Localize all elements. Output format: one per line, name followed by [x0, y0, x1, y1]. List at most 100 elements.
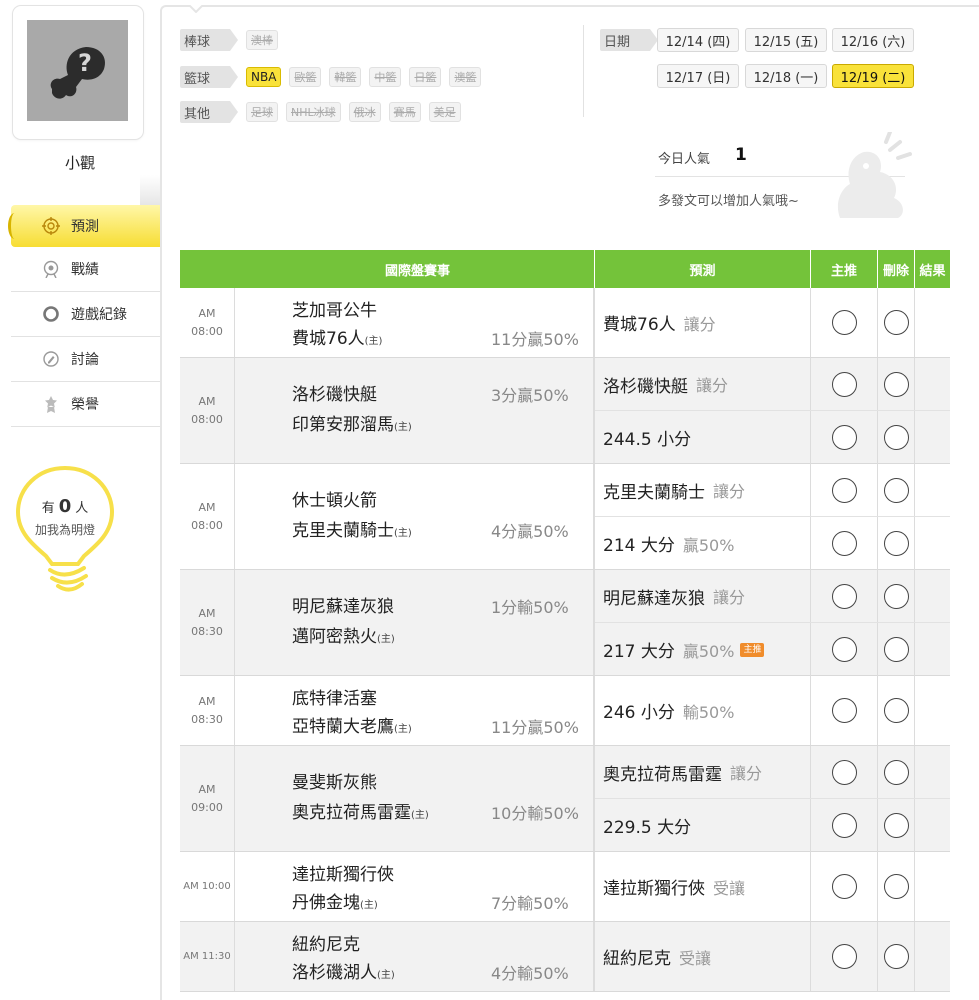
main-pick-radio[interactable] [831, 813, 857, 838]
main-pick-radio[interactable] [831, 531, 857, 556]
delete-radio[interactable] [883, 813, 909, 838]
main-pick-cell [811, 623, 878, 676]
main-pick-radio[interactable] [831, 310, 857, 335]
prediction-cell: 明尼蘇達灰狼 讓分 [595, 570, 811, 622]
home-team: 洛杉磯湖人(主) [292, 958, 395, 983]
nav-item-predict[interactable]: 預測 [8, 205, 172, 247]
league-tag[interactable]: 歐籃 [289, 67, 322, 87]
prediction-note: 贏50% [682, 641, 735, 661]
header-time [180, 250, 235, 288]
main-pick-cell [811, 570, 878, 622]
prediction-pick: 246 小分 [603, 703, 675, 723]
nav-item-game-log[interactable]: 遊戲紀錄 [11, 292, 160, 337]
main-pick-radio[interactable] [831, 637, 857, 662]
league-tag[interactable]: 韓籃 [329, 67, 362, 87]
prediction-row: 214 大分 贏50% [595, 517, 950, 570]
main-pick-radio[interactable] [831, 944, 857, 969]
header-result: 結果 [919, 263, 946, 279]
main-pick-radio[interactable] [831, 698, 857, 723]
delete-radio[interactable] [883, 531, 909, 556]
away-team: 底特律活塞 [292, 689, 377, 709]
league-tag[interactable]: 澳籃 [449, 67, 482, 87]
table-row: AM 08:30 明尼蘇達灰狼 邁阿密熱火(主) 1分輸50% 明尼蘇達灰狼 讓分 217 大… [180, 570, 950, 676]
delete-radio[interactable] [883, 477, 909, 503]
fan-count: 有0人 [10, 496, 120, 517]
game-time: AM 10:00 [180, 852, 235, 921]
main-pick-radio[interactable] [831, 425, 857, 450]
result-cell [915, 852, 950, 921]
game-time-part: 08:30 [191, 624, 223, 638]
delete-radio[interactable] [883, 944, 909, 969]
game-cell: 曼斐斯灰熊 奧克拉荷馬雷霆(主) 10分輸50% [235, 746, 595, 851]
unknown-user-icon: ? [50, 46, 105, 99]
prediction-pick: 紐約尼克 [603, 949, 671, 969]
home-team-name: 奧克拉荷馬雷霆 [292, 803, 411, 823]
avatar[interactable]: ? [27, 20, 128, 121]
popularity-label: 今日人氣 [658, 152, 711, 167]
league-tag[interactable]: NHL冰球 [286, 102, 341, 122]
result-cell [915, 799, 950, 852]
date-button-active[interactable]: 12/19 (二) [832, 64, 914, 88]
delete-radio[interactable] [883, 759, 909, 785]
date-button[interactable]: 12/14 (四) [657, 28, 739, 52]
game-cell: 休士頓火箭 克里夫蘭騎士(主) 4分贏50% [235, 464, 595, 569]
main-pick-cell [811, 676, 878, 745]
delete-radio[interactable] [883, 583, 909, 609]
prediction-cell: 217 大分 贏50% 主推 [595, 623, 811, 676]
main-pick-radio[interactable] [831, 371, 857, 397]
main-panel: 棒球 澳棒 籃球 NBA 歐籃 韓籃 中籃 日籃 澳籃 其他 足球 NHL冰球 … [160, 5, 979, 1000]
main-pick-radio[interactable] [831, 874, 857, 899]
prediction-note: 受讓 [713, 878, 746, 898]
add-beacon-link[interactable]: 加我為明燈 [10, 521, 120, 538]
game-time: AM 08:30 [180, 676, 235, 745]
prediction-row: 229.5 大分 [595, 799, 950, 852]
date-button[interactable]: 12/16 (六) [832, 28, 914, 52]
league-tag[interactable]: 中籃 [369, 67, 402, 87]
table-row: AM 08:00 洛杉磯快艇 印第安那溜馬(主) 3分贏50% 洛杉磯快艇 讓分 244.5 … [180, 358, 950, 464]
main-pick-radio[interactable] [831, 759, 857, 785]
table-body: AM 08:00 芝加哥公牛 費城76人(主) 11分贏50% 費城76人 讓分 AM 08:0… [180, 288, 950, 992]
league-tag[interactable]: 賽馬 [388, 102, 421, 122]
prediction-cell: 244.5 小分 [595, 411, 811, 464]
filter-row-other: 其他 足球 NHL冰球 俄冰 賽馬 美足 [180, 100, 461, 124]
prediction-pick: 217 大分 [603, 642, 675, 662]
league-tag[interactable]: 足球 [246, 102, 278, 122]
nav-item-discuss[interactable]: 討論 [11, 337, 160, 382]
prediction-row: 紐約尼克 受讓 [595, 922, 950, 991]
main-pick-cell [811, 852, 878, 921]
delete-radio[interactable] [883, 371, 909, 397]
handicap-result: 4分輸50% [491, 964, 569, 983]
prediction-cell: 達拉斯獨行俠 受讓 [595, 852, 811, 921]
league-tag[interactable]: 美足 [428, 102, 461, 122]
prediction-rows: 明尼蘇達灰狼 讓分 217 大分 贏50% 主推 [595, 570, 950, 676]
date-button[interactable]: 12/15 (五) [745, 28, 827, 52]
prediction-cell: 紐約尼克 受讓 [595, 922, 811, 991]
discuss-icon [41, 349, 61, 369]
nav-item-honor[interactable]: 榮譽 [11, 382, 160, 427]
league-tag[interactable]: 日籃 [409, 67, 442, 87]
main-pick-radio[interactable] [831, 477, 857, 503]
mascot-icon [837, 132, 912, 218]
delete-radio[interactable] [883, 310, 909, 335]
league-tag[interactable]: 俄冰 [348, 102, 381, 122]
game-cell: 達拉斯獨行俠 丹佛金塊(主) 7分輸50% [235, 852, 595, 921]
delete-radio[interactable] [883, 637, 909, 662]
home-team: 亞特蘭大老鷹(主) [292, 712, 412, 737]
delete-radio[interactable] [883, 874, 909, 899]
game-time-part: AM [198, 606, 216, 620]
main-pick-cell [811, 288, 878, 357]
main-pick-radio[interactable] [831, 583, 857, 609]
delete-radio[interactable] [883, 698, 909, 723]
home-team-name: 亞特蘭大老鷹 [292, 717, 394, 737]
prediction-row: 達拉斯獨行俠 受讓 [595, 852, 950, 921]
date-button[interactable]: 12/17 (日) [657, 64, 739, 88]
nav-item-record[interactable]: 戰績 [11, 247, 160, 292]
league-tag-active[interactable]: NBA [246, 67, 282, 87]
delete-radio[interactable] [883, 425, 909, 450]
prediction-cell: 246 小分 輸50% [595, 676, 811, 745]
league-tag[interactable]: 澳棒 [246, 30, 278, 50]
date-button[interactable]: 12/18 (一) [745, 64, 827, 88]
home-team-name: 印第安那溜馬 [292, 415, 394, 435]
prediction-rows: 費城76人 讓分 [595, 288, 950, 357]
handicap-result: 1分輸50% [491, 598, 569, 617]
